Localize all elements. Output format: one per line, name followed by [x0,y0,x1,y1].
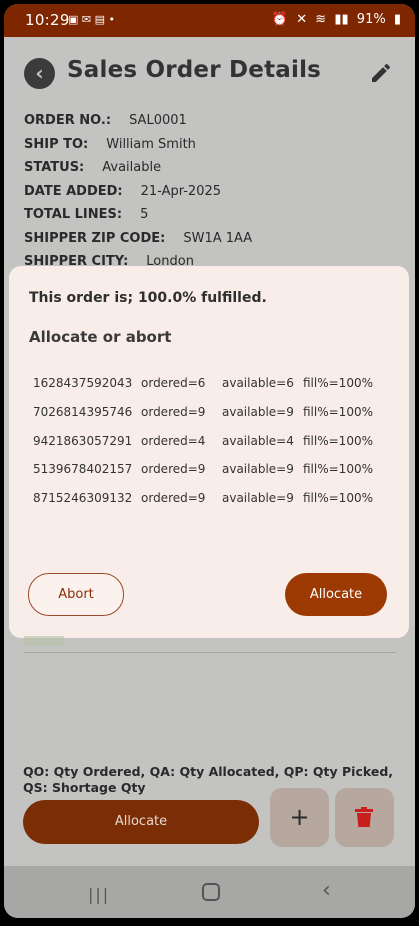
recents-icon[interactable]: ||| [88,885,110,904]
page-title: Sales Order Details [67,57,322,83]
info-key: DATE ADDED: [24,183,123,199]
item-ordered: ordered=4 [141,433,206,448]
allocate-confirm-button[interactable]: Allocate [285,573,387,616]
order-info-row: DATE ADDED: 21-Apr-2025 [24,180,252,204]
mute-icon: ✕ [296,12,308,27]
order-info-row: SHIP TO: William Smith [24,133,252,157]
item-ordered: ordered=9 [141,491,206,506]
item-fill: fill%=100% [303,404,373,419]
item-available: available=9 [222,404,294,419]
info-value: SAL0001 [129,113,187,128]
item-ordered: ordered=9 [141,404,206,419]
product-thumbnail [24,636,64,646]
list-item: 9421863057291 ordered=4 available=4 fill%=1… [33,427,373,456]
notification-icons: ▣ ✉ ▤ • [68,13,115,26]
wifi-icon: ≋ [315,12,327,27]
back-button[interactable]: ‹ [24,58,55,89]
info-value: 5 [140,207,149,222]
fulfilled-text: This order is; 100.0% fulfilled. [29,290,267,306]
item-code: 7026814395746 [33,404,133,419]
order-info-row: SHIPPER ZIP CODE: SW1A 1AA [24,227,252,251]
add-button[interactable]: + [270,788,329,847]
item-fill: fill%=100% [303,491,373,506]
battery-icon: ▮ [393,12,401,27]
dialog-subtitle: Allocate or abort [29,328,172,346]
info-value: Available [102,160,162,175]
item-available: available=4 [222,433,294,448]
item-fill: fill%=100% [303,376,373,390]
item-fill: fill%=100% [303,433,373,448]
info-key: SHIPPER ZIP CODE: [24,230,166,246]
phone-screen: 10:29 ▣ ✉ ▤ • ⏰ ✕ ≋ ▮▮ 91% ▮ ‹ Sales Ord… [4,4,415,918]
divider [24,652,396,653]
list-item: 8715246309132 ordered=9 available=9 fill%=1… [33,484,373,513]
item-available: available=9 [222,462,294,477]
info-key: STATUS: [24,160,85,175]
app-header: ‹ Sales Order Details [4,37,415,109]
signal-icon: ▮▮ [334,12,349,27]
info-value: William Smith [106,136,196,152]
home-icon[interactable] [202,883,220,901]
item-available: available=6 [222,376,294,390]
item-ordered: ordered=9 [141,462,206,477]
list-item: 1628437592043 ordered=6 available=6 fill%=1… [33,369,373,398]
battery-text: 91% [356,12,386,27]
abort-button[interactable]: Abort [28,573,124,616]
item-code: 1628437592043 [33,376,133,390]
allocate-button[interactable]: Allocate [23,800,259,844]
system-icons: ⏰ ✕ ≋ ▮▮ 91% ▮ [268,12,401,27]
item-code: 5139678402157 [33,462,133,477]
order-info: ORDER NO.: SAL0001 SHIP TO: William Smith … [24,109,252,274]
item-fill: fill%=100% [303,462,373,477]
item-code: 9421863057291 [33,433,133,448]
list-item: 5139678402157 ordered=9 available=9 fill%=1… [33,455,373,484]
trash-icon [355,807,373,827]
order-info-row: ORDER NO.: SAL0001 [24,109,252,133]
item-available: available=9 [222,491,294,506]
plus-icon: + [289,803,310,831]
allocate-dialog: This order is; 100.0% fulfilled. Allocat… [9,266,409,638]
alarm-icon: ⏰ [271,12,289,27]
info-value: SW1A 1AA [183,230,253,246]
line-item-list: 1628437592043 ordered=6 available=6 fill%=1… [33,369,373,513]
status-time: 10:29 [25,11,70,29]
item-ordered: ordered=6 [141,376,206,390]
order-info-row: STATUS: Available [24,156,252,180]
order-info-row: TOTAL LINES: 5 [24,203,252,227]
system-nav-bar: ||| ‹ [4,866,415,918]
status-bar: 10:29 ▣ ✉ ▤ • ⏰ ✕ ≋ ▮▮ 91% ▮ [4,4,415,37]
item-code: 8715246309132 [33,491,133,506]
info-key: ORDER NO.: [24,113,112,128]
list-item: 7026814395746 ordered=9 available=9 fill%=1… [33,398,373,427]
info-key: SHIP TO: [24,136,89,152]
edit-icon[interactable] [369,61,393,85]
delete-button[interactable] [335,788,394,847]
info-value: 21-Apr-2025 [140,183,222,199]
back-nav-icon[interactable]: ‹ [322,878,331,903]
info-key: TOTAL LINES: [24,207,123,222]
